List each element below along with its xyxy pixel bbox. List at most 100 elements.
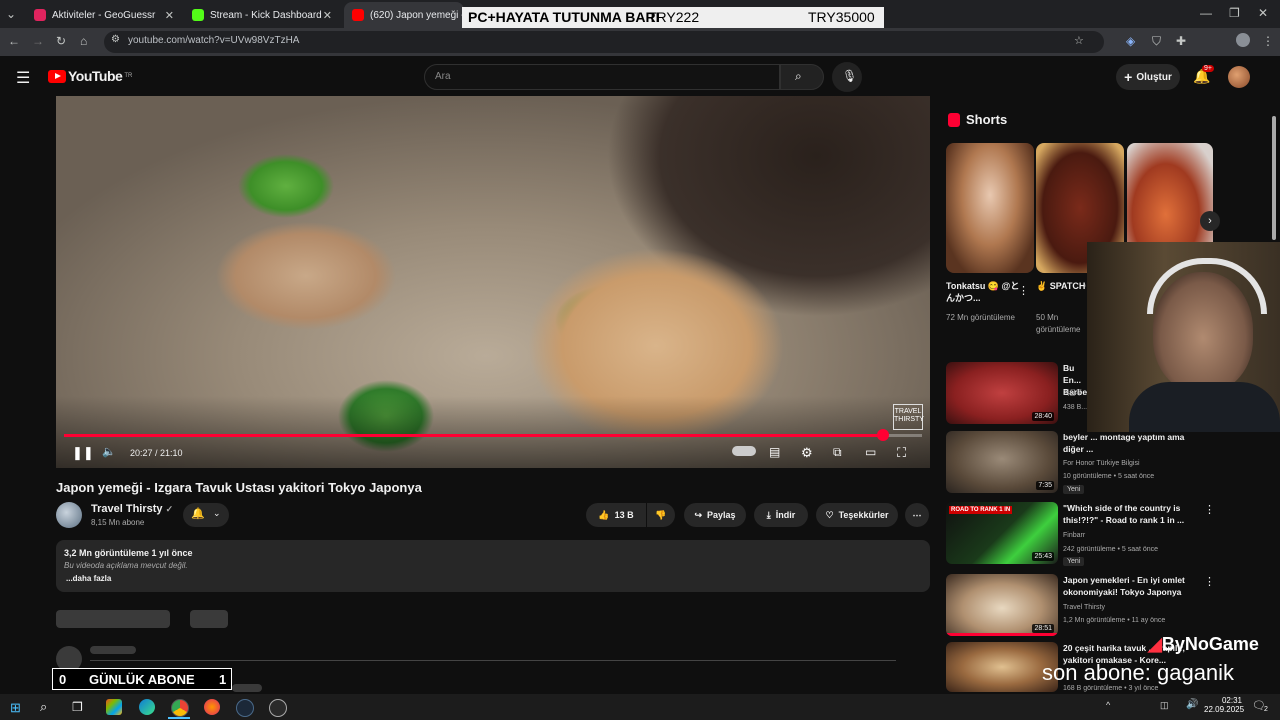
loading-skeleton xyxy=(190,610,228,628)
firefox-icon[interactable] xyxy=(204,699,220,715)
youtube-logo[interactable]: YouTube TR xyxy=(48,68,132,84)
menu-icon[interactable]: ⋮ xyxy=(1262,34,1274,48)
close-icon[interactable]: ✕ xyxy=(165,9,174,22)
captions-icon[interactable]: ▤ xyxy=(769,445,780,459)
chrome-icon[interactable] xyxy=(171,699,189,717)
channel-avatar[interactable] xyxy=(56,502,82,528)
autoplay-toggle[interactable] xyxy=(732,446,756,456)
tab-youtube[interactable]: (620) Japon yemeği - Izgar xyxy=(344,2,464,28)
related-video-title[interactable]: Japon yemekleri - En iyi omlet okonomiya… xyxy=(1063,574,1193,598)
puzzle-icon[interactable]: ✚ xyxy=(1176,34,1186,48)
progress-bar[interactable] xyxy=(64,429,922,441)
create-button[interactable]: + Oluştur xyxy=(1116,64,1180,90)
video-thumbnail[interactable]: 28:51 xyxy=(946,574,1058,636)
home-icon[interactable]: ⌂ xyxy=(80,34,87,48)
thanks-button[interactable]: ♡ Teşekkürler xyxy=(816,503,898,527)
related-channel[interactable]: For Honor Türkiye Bilgisi xyxy=(1063,459,1140,469)
obs-icon[interactable] xyxy=(269,699,287,717)
tray-chevron-up-icon[interactable]: ^ xyxy=(1106,700,1110,710)
pause-icon[interactable]: ❚❚ xyxy=(72,445,94,461)
maximize-icon[interactable]: ❐ xyxy=(1229,6,1240,20)
related-meta: 10 görüntüleme • 5 saat önce xyxy=(1063,473,1155,480)
edge-icon[interactable] xyxy=(139,699,155,715)
hamburger-icon[interactable]: ☰ xyxy=(16,68,30,88)
related-channel[interactable]: Travel Thirsty xyxy=(1063,603,1105,613)
copilot-icon[interactable] xyxy=(106,699,122,715)
minimize-icon[interactable]: — xyxy=(1200,6,1212,20)
search-input[interactable]: Ara xyxy=(424,64,780,90)
share-button[interactable]: ↪ Paylaş xyxy=(684,503,746,527)
account-avatar[interactable] xyxy=(1228,66,1250,88)
clock[interactable]: 02:31 22.09.2025 xyxy=(1204,696,1245,714)
download-button[interactable]: ⤓ İndir xyxy=(754,503,808,527)
time-display: 20:27 / 21:10 xyxy=(130,448,183,458)
shield-icon[interactable]: ⛉ xyxy=(1152,34,1161,49)
more-vert-icon[interactable]: ⋮ xyxy=(1204,575,1215,588)
video-thumbnail[interactable]: 28:40 xyxy=(946,362,1058,424)
search-icon[interactable]: ⌕ xyxy=(40,699,47,715)
verified-icon: ✓ xyxy=(165,504,174,514)
related-channel[interactable]: Finbarr xyxy=(1063,531,1085,541)
steam-icon[interactable] xyxy=(236,699,254,717)
close-window-icon[interactable]: ✕ xyxy=(1258,6,1268,20)
chevron-down-icon: ⌄ xyxy=(213,508,221,518)
related-video-title[interactable]: beyler ... montage yaptım ama diğer ... xyxy=(1063,431,1193,455)
subscribed-bell-button[interactable]: 🔔 ⌄ xyxy=(183,503,229,527)
more-actions-button[interactable]: ⋯ xyxy=(905,503,929,527)
tab-search-icon[interactable]: ⌄ xyxy=(6,7,16,21)
address-bar[interactable]: ⚙ youtube.com/watch?v=UVw98VzTzHA ☆ xyxy=(104,31,1104,53)
short-title[interactable]: Tonkatsu 😋 @とんかつ... xyxy=(946,280,1020,304)
tab-geoguessr[interactable]: Aktiviteler - GeoGuessr ✕ xyxy=(26,2,182,28)
theater-mode-icon[interactable]: ▭ xyxy=(865,445,876,459)
show-more-link[interactable]: ...daha fazla xyxy=(66,574,111,583)
network-icon[interactable]: ◫ xyxy=(1160,700,1169,711)
description-box[interactable]: 3,2 Mn görüntüleme 1 yıl önce Bu videoda… xyxy=(56,540,930,592)
dislike-button[interactable]: 👎 xyxy=(647,503,675,527)
video-thumbnail[interactable]: 7:35 xyxy=(946,431,1058,493)
youtube-play-icon xyxy=(48,69,66,83)
speaker-icon[interactable]: 🔊 xyxy=(1186,699,1198,710)
sidebar-scrollbar[interactable] xyxy=(1272,116,1276,240)
more-vert-icon[interactable]: ⋮ xyxy=(1018,284,1029,297)
tab-kick[interactable]: Stream - Kick Dashboard ✕ xyxy=(184,2,340,28)
site-info-icon[interactable]: ⚙ xyxy=(111,34,120,45)
task-view-icon[interactable]: ❒ xyxy=(72,700,83,714)
short-views: 50 Mn görüntüleme xyxy=(1036,313,1081,334)
short-thumbnail[interactable] xyxy=(946,143,1034,273)
windows-taskbar: ⊞ ⌕ ❒ ^ ◫ 🔊 02:31 22.09.2025 🗨 2 xyxy=(0,694,1280,720)
settings-gear-icon[interactable]: ⚙ xyxy=(801,445,813,461)
reload-icon[interactable]: ↻ xyxy=(56,34,66,48)
profile-avatar[interactable] xyxy=(1236,33,1250,47)
channel-name-text: Travel Thirsty xyxy=(91,503,163,515)
kick-favicon xyxy=(192,9,204,21)
extension-icon[interactable]: ◈ xyxy=(1126,34,1135,48)
forward-icon[interactable]: → xyxy=(32,34,44,48)
back-icon[interactable]: ← xyxy=(8,34,20,48)
microphone-icon: 🎙 xyxy=(842,69,858,83)
more-vert-icon[interactable]: ⋮ xyxy=(1204,503,1215,516)
related-video-title[interactable]: "Which side of the country is this!?!?" … xyxy=(1063,502,1193,526)
duration-badge: 28:40 xyxy=(1032,412,1054,421)
clock-date: 22.09.2025 xyxy=(1204,705,1245,714)
stream-goal-bar: PC+HAYATA TUTUNMA BARI TRY222 TRY35000 xyxy=(462,7,884,29)
loading-skeleton xyxy=(56,610,170,628)
notification-count: 2 xyxy=(1264,706,1268,713)
video-thumbnail[interactable]: ROAD TO RANK 1 IN 25:43 xyxy=(946,502,1058,564)
channel-name[interactable]: Travel Thirsty ✓ xyxy=(91,503,173,515)
search-icon: ⌕ xyxy=(795,69,802,83)
clock-time: 02:31 xyxy=(1221,696,1242,705)
related-channel[interactable]: 겨울푸... xyxy=(1063,389,1088,399)
short-title[interactable]: ✌ SPATCHCO xyxy=(1036,280,1086,292)
video-player[interactable]: TRAVEL THIRSTY ❚❚ 🔈 20:27 / 21:10 ▤ ⚙ ⧉ … xyxy=(56,96,930,468)
like-button[interactable]: 👍 13 B xyxy=(586,503,646,527)
fullscreen-icon[interactable]: ⛶ xyxy=(897,445,906,461)
new-badge: Yeni xyxy=(1063,485,1085,494)
windows-start-icon[interactable]: ⊞ xyxy=(10,700,21,716)
close-icon[interactable]: ✕ xyxy=(323,9,332,22)
next-arrow-icon[interactable]: › xyxy=(1200,211,1220,231)
search-button[interactable]: ⌕ xyxy=(780,64,824,90)
voice-search-button[interactable]: 🎙 xyxy=(832,62,862,92)
miniplayer-icon[interactable]: ⧉ xyxy=(833,445,842,460)
bookmark-star-icon[interactable]: ☆ xyxy=(1074,34,1084,47)
volume-icon[interactable]: 🔈 xyxy=(102,445,116,458)
